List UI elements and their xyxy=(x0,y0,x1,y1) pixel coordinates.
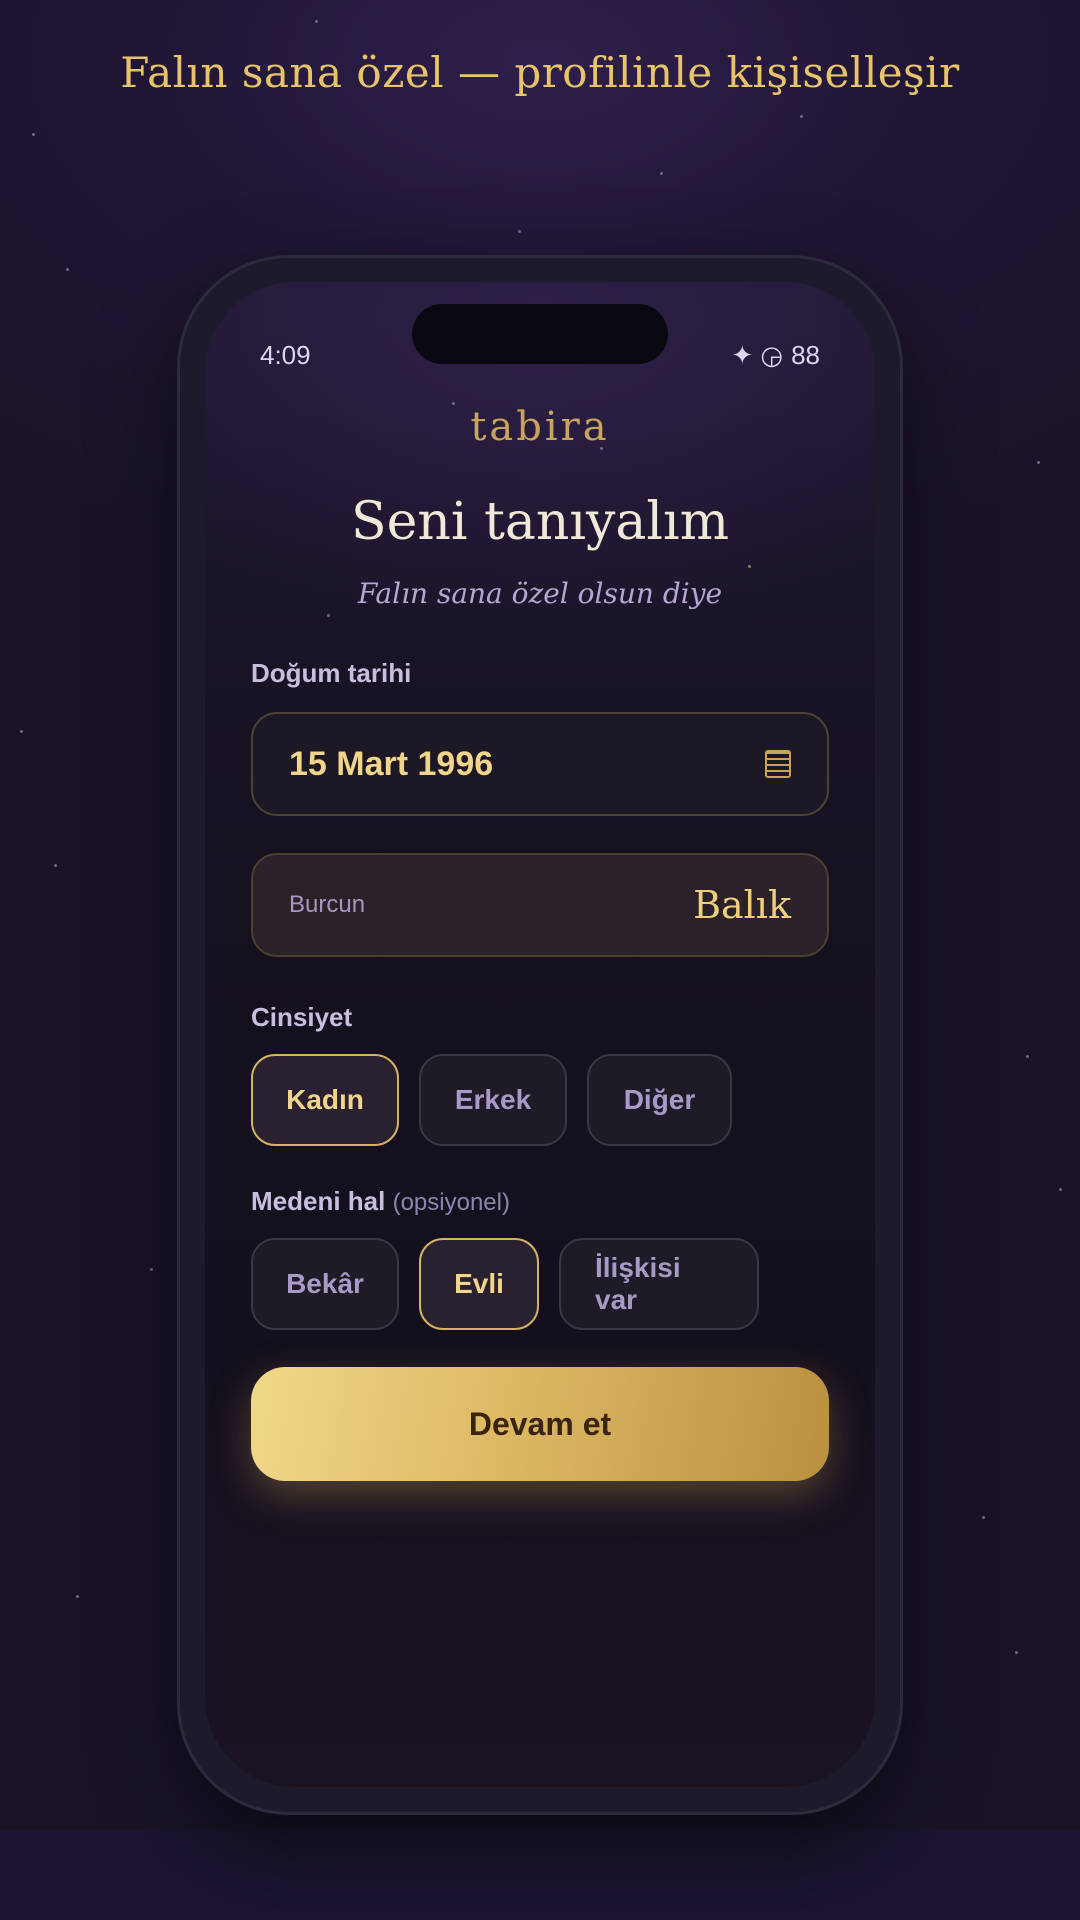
birth-date-label: Doğum tarihi xyxy=(251,658,412,688)
status-icons: ✦ ◶ 88 xyxy=(731,340,820,371)
star-decoration xyxy=(748,565,751,568)
gender-label: Cinsiyet xyxy=(251,1002,353,1032)
star-decoration xyxy=(1037,461,1040,464)
star-decoration xyxy=(315,20,318,23)
star-decoration xyxy=(54,864,57,867)
background-band xyxy=(0,1830,1080,1920)
star-decoration xyxy=(32,133,35,136)
zodiac-sign-label: Burcun xyxy=(289,891,366,918)
dynamic-island xyxy=(412,304,668,364)
optional-hint: (opsiyonel) xyxy=(392,1189,510,1216)
app-logo: tabira xyxy=(470,404,610,450)
gender-option-kadin[interactable]: Kadın xyxy=(251,1054,399,1146)
marital-status-options: Bekâr Evli İlişkisi var xyxy=(251,1238,759,1330)
birth-date-field[interactable]: 15 Mart 1996 xyxy=(251,712,829,816)
star-decoration xyxy=(20,730,23,733)
marital-option-evli[interactable]: Evli xyxy=(419,1238,539,1330)
star-decoration xyxy=(982,1516,985,1519)
star-decoration xyxy=(1059,1188,1062,1191)
gender-options: Kadın Erkek Diğer xyxy=(251,1054,732,1146)
promo-headline: Falın sana özel — profilinle kişiselleşi… xyxy=(120,48,960,97)
star-decoration xyxy=(800,115,803,118)
star-decoration xyxy=(1015,1651,1018,1654)
battery-level: 88 xyxy=(791,340,820,370)
marital-status-label-text: Medeni hal xyxy=(251,1186,386,1216)
star-decoration xyxy=(1026,1055,1029,1058)
gender-option-erkek[interactable]: Erkek xyxy=(419,1054,567,1146)
page-subtitle: Falın sana özel olsun diye xyxy=(357,577,723,610)
continue-button[interactable]: Devam et xyxy=(251,1367,829,1481)
star-decoration xyxy=(76,1595,79,1598)
status-glyphs: ✦ ◶ xyxy=(731,340,784,370)
zodiac-sign-field: Burcun Balık xyxy=(251,853,829,957)
star-decoration xyxy=(150,1268,153,1271)
marital-option-iliskisi-var[interactable]: İlişkisi var xyxy=(559,1238,759,1330)
gender-option-diger[interactable]: Diğer xyxy=(587,1054,732,1146)
birth-date-value: 15 Mart 1996 xyxy=(289,744,494,783)
marital-status-label: Medeni hal (opsiyonel) xyxy=(251,1186,510,1217)
status-time: 4:09 xyxy=(260,340,311,370)
star-decoration xyxy=(660,172,663,175)
star-decoration xyxy=(327,614,330,617)
zodiac-sign-value: Balık xyxy=(693,883,791,927)
app-screen: 4:09 ✦ ◶ 88 tabira Seni tanıyalım Falın … xyxy=(205,282,875,1787)
star-decoration xyxy=(518,230,521,233)
marital-option-bekar[interactable]: Bekâr xyxy=(251,1238,399,1330)
calendar-icon xyxy=(765,750,791,778)
star-decoration xyxy=(66,268,69,271)
page-title: Seni tanıyalım xyxy=(350,492,729,552)
